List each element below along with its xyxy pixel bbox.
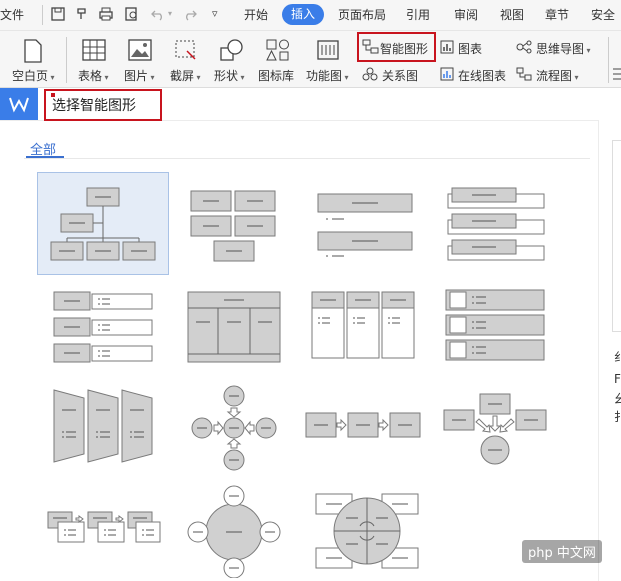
smart-art-thumb-column-panel[interactable] — [184, 288, 284, 366]
picture-label: 图片 — [124, 69, 149, 83]
tab-page-layout[interactable]: 页面布局 — [338, 6, 386, 23]
shape-button[interactable]: 形状 ▾ — [214, 67, 245, 84]
menu-file[interactable]: 文件 — [0, 6, 24, 23]
table-button[interactable]: 表格 ▾ — [78, 67, 109, 84]
format-painter-icon[interactable] — [74, 6, 90, 22]
tab-security[interactable]: 安全 — [591, 6, 615, 23]
function-chart-label: 功能图 — [306, 69, 343, 83]
relation-chart-icon[interactable] — [362, 67, 378, 81]
screenshot-button[interactable]: 截屏 ▾ — [170, 67, 201, 84]
flow-chart-button[interactable]: 流程图 ▾ — [536, 67, 579, 84]
preview-card — [612, 140, 621, 332]
icon-library-icon[interactable] — [266, 39, 290, 61]
watermark: php 中文网 — [522, 540, 602, 563]
redo-icon[interactable] — [182, 6, 198, 22]
save-icon[interactable] — [50, 6, 66, 22]
smart-art-thumb-vertical-boxes[interactable] — [308, 290, 418, 362]
smart-art-thumb-tab-list[interactable] — [442, 186, 548, 264]
blank-page-icon[interactable] — [22, 39, 44, 63]
function-chart-icon[interactable] — [316, 39, 340, 61]
smart-art-highlight — [357, 32, 436, 62]
preview-text-3: 幺 — [614, 392, 621, 406]
chart-icon[interactable] — [440, 40, 454, 54]
smart-art-thumb-picture-process[interactable] — [44, 508, 162, 550]
flow-chart-label: 流程图 — [536, 69, 573, 83]
smart-art-thumb-stacked-list[interactable] — [312, 188, 416, 264]
panel-title: 选择智能图形 — [52, 98, 136, 114]
print-preview-icon[interactable] — [124, 6, 140, 22]
screenshot-icon[interactable] — [174, 39, 198, 61]
function-chart-button[interactable]: 功能图 ▾ — [306, 67, 349, 84]
wps-logo — [0, 88, 38, 120]
smart-art-thumb-block-list[interactable] — [186, 185, 282, 265]
smart-art-thumb-org-chart[interactable] — [37, 172, 169, 275]
smart-art-thumb-cycle-matrix[interactable] — [312, 490, 422, 572]
category-divider — [24, 158, 590, 159]
tab-chapter[interactable]: 章节 — [545, 6, 569, 23]
smart-art-thumb-trapezoid-list[interactable] — [50, 386, 156, 466]
mind-map-button[interactable]: 思维导图 ▾ — [536, 40, 591, 57]
relation-chart-button[interactable]: 关系图 — [382, 67, 418, 84]
smart-art-thumb-picture-list[interactable] — [444, 288, 548, 364]
table-label: 表格 — [78, 69, 103, 83]
tab-insert[interactable]: 插入 — [282, 4, 324, 25]
flow-chart-icon[interactable] — [516, 67, 532, 81]
picture-button[interactable]: 图片 ▾ — [124, 67, 155, 84]
blank-page-button[interactable]: 空白页 ▾ — [12, 67, 55, 84]
preview-text-4: 扌 — [614, 410, 621, 424]
table-icon[interactable] — [82, 39, 106, 61]
mind-map-icon[interactable] — [516, 40, 532, 54]
smart-art-thumb-radial-cycle[interactable] — [186, 384, 282, 472]
chart-button[interactable]: 图表 — [458, 40, 482, 57]
icon-library-button[interactable]: 图标库 — [258, 67, 294, 84]
smart-art-thumb-label-list[interactable] — [50, 288, 156, 366]
menu-separator — [42, 5, 43, 25]
undo-dropdown-icon[interactable]: ▾ — [168, 9, 172, 18]
wps-logo-icon — [9, 97, 29, 113]
mind-map-label: 思维导图 — [536, 42, 585, 56]
preview-text-2: F — [614, 372, 621, 386]
shape-label: 形状 — [214, 69, 239, 83]
ribbon-separator — [608, 37, 609, 83]
more-ribbon-icon[interactable] — [612, 67, 621, 81]
tab-view[interactable]: 视图 — [500, 6, 524, 23]
smart-art-thumb-venn-radial[interactable] — [184, 484, 284, 578]
screenshot-label: 截屏 — [170, 69, 195, 83]
preview-text-1: 纟 — [614, 350, 621, 364]
tab-review[interactable]: 审阅 — [454, 6, 478, 23]
print-icon[interactable] — [98, 6, 114, 22]
tab-references[interactable]: 引用 — [406, 6, 430, 23]
ribbon-toolbar: 空白页 ▾ 表格 ▾ 图片 ▾ 截屏 ▾ 形状 ▾ 图标库 功能图 ▾ 智能图形… — [0, 31, 621, 88]
quick-access-dropdown-icon[interactable]: ▿ — [212, 7, 218, 20]
undo-icon[interactable] — [150, 6, 166, 22]
blank-page-label: 空白页 — [12, 69, 49, 83]
menu-bar: 文件 ▾ ▿ 开始 插入 页面布局 引用 审阅 视图 章节 安全 — [0, 0, 621, 31]
smart-art-thumb-process-flow[interactable] — [304, 408, 424, 444]
shape-icon[interactable] — [220, 39, 244, 61]
online-chart-icon[interactable] — [440, 67, 454, 81]
tab-home[interactable]: 开始 — [244, 6, 268, 23]
online-chart-button[interactable]: 在线图表 — [458, 67, 506, 84]
picture-icon[interactable] — [128, 39, 152, 61]
ribbon-separator — [66, 37, 67, 83]
smart-art-thumb-converge[interactable] — [440, 390, 550, 466]
